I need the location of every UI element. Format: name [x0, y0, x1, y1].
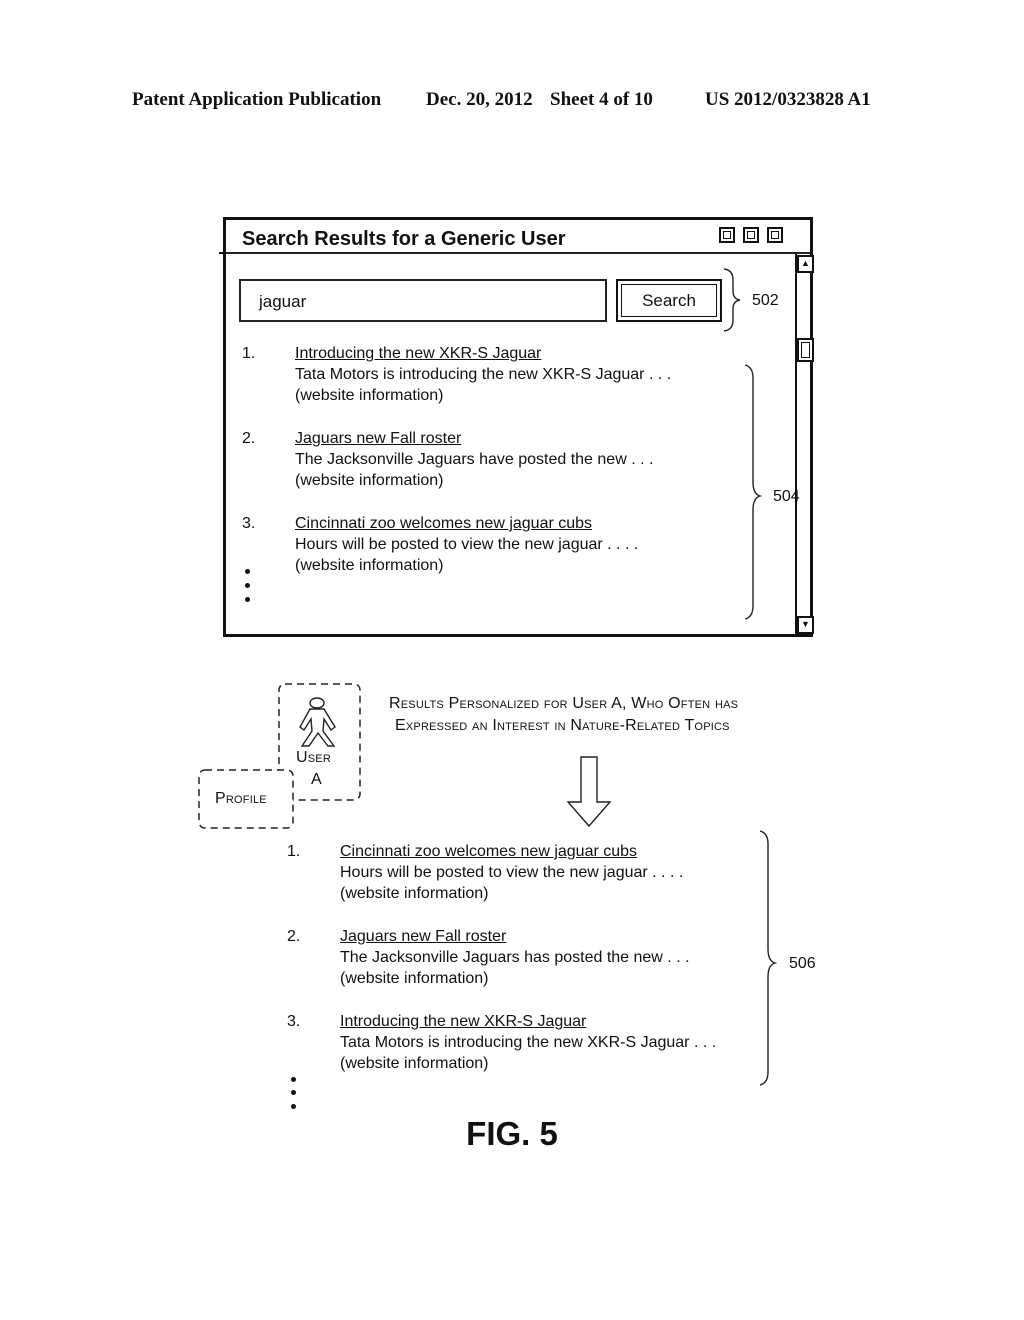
personalized-result-number: 3. — [287, 1013, 301, 1030]
profile-label: Profile — [215, 790, 267, 807]
personalized-result-number: 2. — [287, 928, 301, 945]
brace-502 — [723, 268, 741, 332]
caption-line-1: Results Personalized for User A, Who Oft… — [389, 695, 739, 712]
personalized-result-website-info: (website information) — [340, 970, 489, 987]
personalized-result-title-link[interactable]: Jaguars new Fall roster — [340, 928, 506, 946]
ref-label-504: 504 — [773, 488, 800, 505]
caption-line-2: Expressed an Interest in Nature-Related … — [395, 717, 730, 734]
personalized-result-website-info: (website information) — [340, 885, 489, 902]
down-arrow-icon — [566, 756, 612, 828]
personalized-result-title-link[interactable]: Cincinnati zoo welcomes new jaguar cubs — [340, 843, 637, 861]
brace-504 — [744, 364, 763, 620]
personalized-result-snippet: Tata Motors is introducing the new XKR-S… — [340, 1034, 717, 1051]
personalized-result-number: 1. — [287, 843, 301, 860]
personalized-result-snippet: Hours will be posted to view the new jag… — [340, 864, 684, 881]
figure-label: FIG. 5 — [466, 1115, 558, 1152]
ellipsis-dot — [291, 1077, 296, 1082]
ref-label-506: 506 — [789, 955, 816, 972]
search-button-label: Search — [642, 291, 696, 310]
personalized-result-title-link[interactable]: Introducing the new XKR-S Jaguar — [340, 1013, 586, 1031]
ellipsis-dot — [291, 1104, 296, 1109]
user-label: User — [296, 749, 331, 766]
personalized-result-website-info: (website information) — [340, 1055, 489, 1072]
ref-label-502: 502 — [752, 292, 779, 309]
ellipsis-dot — [291, 1090, 296, 1095]
person-icon — [299, 697, 336, 747]
user-id-label: A — [311, 771, 322, 788]
personalized-result-snippet: The Jacksonville Jaguars has posted the … — [340, 949, 690, 966]
brace-506 — [759, 830, 778, 1086]
